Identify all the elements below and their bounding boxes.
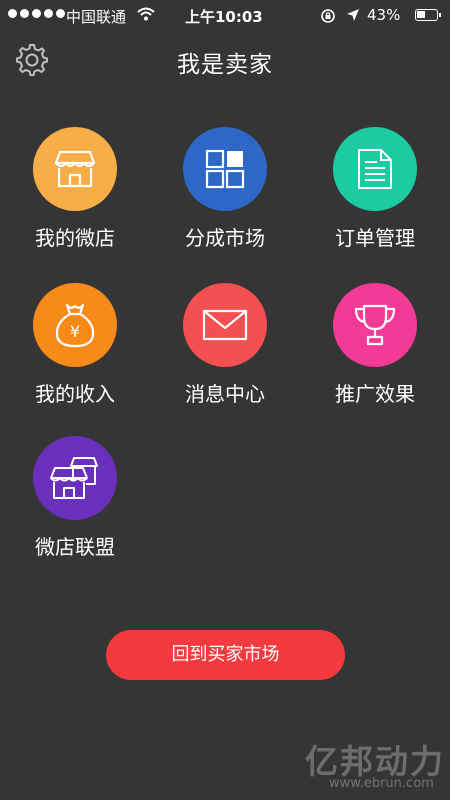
location-arrow-icon bbox=[347, 9, 359, 21]
svg-text:¥: ¥ bbox=[70, 322, 80, 341]
grid-icon bbox=[183, 127, 267, 211]
battery-percentage: 43% bbox=[367, 6, 401, 24]
tile-label: 我的微店 bbox=[35, 226, 115, 250]
money-bag-icon: ¥ bbox=[33, 283, 117, 367]
tile-label: 我的收入 bbox=[35, 382, 115, 406]
tile-shop-alliance[interactable]: 微店联盟 bbox=[0, 436, 150, 576]
status-time: 上午10:03 bbox=[185, 8, 263, 26]
rotation-lock-icon bbox=[321, 9, 335, 23]
wifi-icon bbox=[137, 7, 155, 21]
carrier-label: 中国联通 bbox=[66, 8, 127, 26]
tile-my-shop[interactable]: 我的微店 bbox=[0, 127, 150, 267]
tile-message-center[interactable]: 消息中心 bbox=[150, 283, 300, 423]
tile-label: 消息中心 bbox=[185, 382, 265, 406]
tile-label: 订单管理 bbox=[335, 226, 415, 250]
tile-label: 微店联盟 bbox=[35, 535, 115, 559]
tile-commission-market[interactable]: 分成市场 bbox=[150, 127, 300, 267]
trophy-icon bbox=[333, 283, 417, 367]
shops-icon bbox=[33, 436, 117, 520]
tile-label: 分成市场 bbox=[185, 226, 265, 250]
battery-icon bbox=[415, 9, 441, 21]
watermark-url: www.ebrun.com bbox=[329, 776, 434, 791]
envelope-icon bbox=[183, 283, 267, 367]
signal-strength-icon bbox=[8, 9, 65, 18]
tile-label: 推广效果 bbox=[335, 382, 415, 406]
page-title: 我是卖家 bbox=[177, 52, 273, 78]
document-icon bbox=[333, 127, 417, 211]
status-bar: 中国联通 上午10:03 43% bbox=[0, 0, 450, 32]
tile-my-income[interactable]: ¥ 我的收入 bbox=[0, 283, 150, 423]
back-to-buyer-market-button[interactable]: 回到买家市场 bbox=[106, 630, 345, 680]
tile-order-management[interactable]: 订单管理 bbox=[300, 127, 450, 267]
shop-icon bbox=[33, 127, 117, 211]
tile-promotion-effect[interactable]: 推广效果 bbox=[300, 283, 450, 423]
